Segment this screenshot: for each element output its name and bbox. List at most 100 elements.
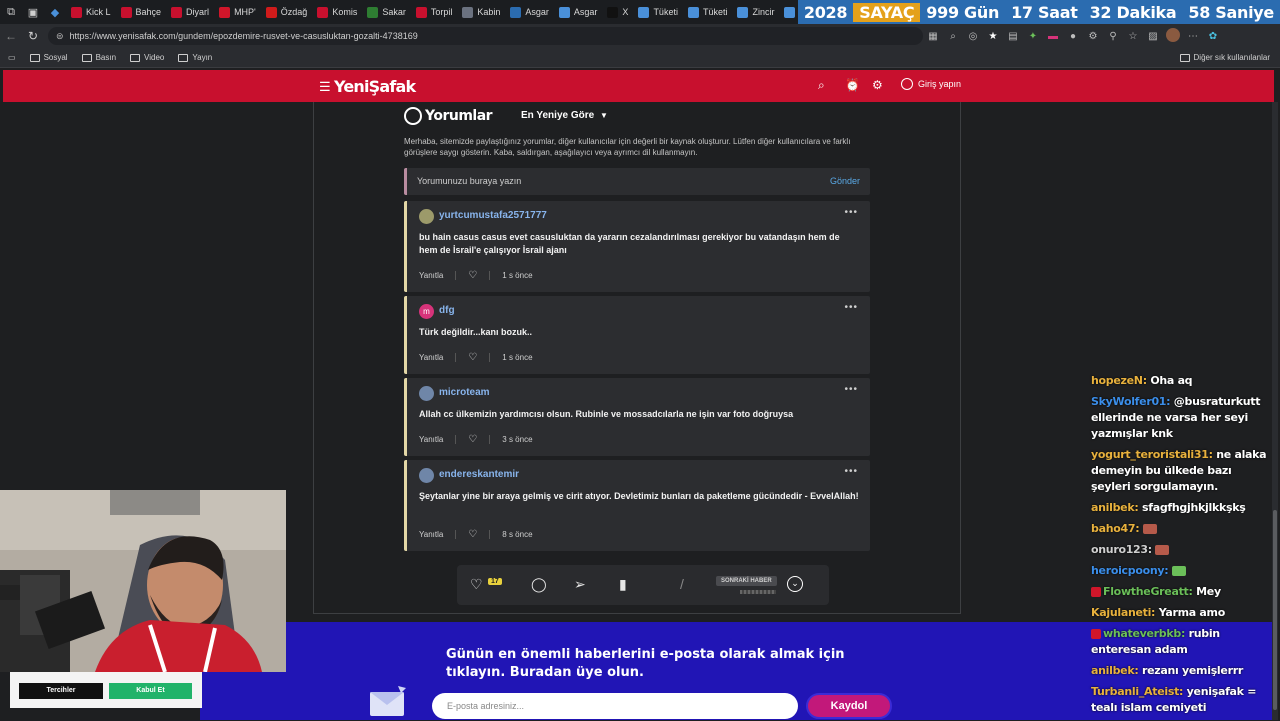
chat-username[interactable]: onuro123: (1091, 543, 1152, 556)
chat-username[interactable]: anilbek: (1091, 501, 1139, 514)
chat-username[interactable]: SkyWolfer01: (1091, 395, 1171, 408)
favorites-icon[interactable]: ☆ (1123, 31, 1143, 42)
extension-icon-2[interactable]: ✦ (1023, 31, 1043, 42)
chat-username[interactable]: baho47: (1091, 522, 1140, 535)
browser-tab[interactable]: Kabin (457, 0, 505, 24)
like-heart-icon[interactable]: ♡ (468, 434, 477, 445)
cookie-preferences-button[interactable]: Tercihler (19, 683, 103, 699)
browser-tab[interactable]: Sakar (362, 0, 411, 24)
browser-tab[interactable]: Kick L (66, 0, 116, 24)
browser-tab[interactable]: Komis (312, 0, 362, 24)
like-icon[interactable]: ♡ (470, 576, 483, 593)
chat-username[interactable]: hopezeN: (1091, 374, 1147, 387)
bookmark-folder-basin[interactable]: Basın (81, 53, 116, 62)
comment-username[interactable]: endereskantemir (439, 469, 519, 480)
chat-username[interactable]: whateverbkb: (1103, 627, 1185, 640)
browser-tab[interactable]: Asgar (554, 0, 603, 24)
sort-dropdown[interactable]: En Yeniye Göre ▼ (521, 110, 608, 121)
reply-button[interactable]: Yanıtla (419, 435, 443, 444)
more-options-icon[interactable]: ••• (844, 207, 858, 218)
more-options-icon[interactable]: ••• (844, 384, 858, 395)
browser-tab[interactable]: Bahçe (116, 0, 167, 24)
back-icon[interactable]: ← (0, 29, 22, 43)
browser-tab[interactable]: Asgar (505, 0, 554, 24)
comment-icon[interactable]: ◯ (531, 576, 547, 593)
comment-input[interactable] (417, 174, 797, 188)
copilot-icon[interactable]: ✿ (1203, 31, 1223, 42)
extensions-icon[interactable]: ⚙ (1083, 31, 1103, 42)
like-heart-icon[interactable]: ♡ (468, 352, 477, 363)
chat-username[interactable]: heroicpoony: (1091, 564, 1169, 577)
grid-icon[interactable]: ▦ (923, 31, 943, 42)
browser-tab[interactable]: Torpil (411, 0, 458, 24)
notification-bell-icon[interactable]: ⏰ (845, 78, 860, 92)
reply-button[interactable]: Yanıtla (419, 353, 443, 362)
comment-username[interactable]: yurtcumustafa2571777 (439, 210, 547, 221)
subscribe-button[interactable]: Kaydol (806, 693, 892, 719)
url-field[interactable]: ⊜ https://www.yenisafak.com/gundem/epozd… (48, 27, 923, 45)
pinned-tab[interactable]: ◆ (44, 0, 66, 24)
hamburger-menu-icon[interactable]: ☰ (319, 79, 331, 95)
comment-username[interactable]: dfg (439, 305, 455, 316)
more-icon[interactable]: ⋯ (1183, 31, 1203, 42)
browser-tab[interactable]: Özdağ (261, 0, 313, 24)
chat-username[interactable]: Turbanli_Ateist: (1091, 685, 1183, 698)
zoom-icon[interactable]: ⌕ (943, 31, 963, 42)
like-heart-icon[interactable]: ♡ (468, 529, 477, 540)
other-bookmarks-label: Diğer sık kullanılanlar (1193, 53, 1270, 62)
tab-actions-icon[interactable]: ▣ (22, 0, 44, 24)
extension-icon-1[interactable]: ▤ (1003, 31, 1023, 42)
settings-sliders-icon[interactable]: ⚙ (872, 78, 883, 92)
reload-icon[interactable]: ↻ (22, 29, 44, 43)
read-icon[interactable]: ◎ (963, 31, 983, 42)
search-icon[interactable]: ⌕ (818, 78, 825, 93)
extension-icon-4[interactable]: ● (1063, 31, 1083, 42)
bookmark-folder-video[interactable]: Video (130, 53, 164, 62)
split-icon[interactable]: ⚲ (1103, 31, 1123, 42)
reply-button[interactable]: Yanıtla (419, 271, 443, 280)
other-bookmarks[interactable]: Diğer sık kullanılanlar (1179, 53, 1270, 62)
collections-icon[interactable]: ▨ (1143, 31, 1163, 42)
browser-tab[interactable]: X (602, 0, 633, 24)
extension-icon-3[interactable]: ▬ (1043, 31, 1063, 42)
browser-tab[interactable]: Tüketi (683, 0, 733, 24)
next-news-label[interactable]: SONRAKİ HABER (716, 576, 777, 586)
chat-username[interactable]: Kajulaneti: (1091, 606, 1155, 619)
like-heart-icon[interactable]: ♡ (468, 270, 477, 281)
send-button[interactable]: Gönder (830, 176, 860, 186)
bookmark-folder-sosyal[interactable]: Sosyal (29, 53, 68, 62)
browser-tab[interactable]: MHP' (214, 0, 261, 24)
chat-username[interactable]: yogurt_teroristali31: (1091, 448, 1213, 461)
avatar[interactable]: m (419, 304, 434, 319)
site-logo[interactable]: YeniŞafak (334, 77, 416, 96)
more-options-icon[interactable]: ••• (844, 302, 858, 313)
browser-tab[interactable]: Diyarl (166, 0, 214, 24)
browser-tab[interactable]: Zincir (732, 0, 779, 24)
chat-username[interactable]: anilbek: (1091, 664, 1139, 677)
scrollbar-thumb[interactable] (1273, 510, 1277, 710)
bookmark-icon[interactable]: ▮ (619, 576, 627, 593)
window-menu-icon[interactable]: ⧉ (0, 0, 22, 24)
bookmark-folder-yayin[interactable]: Yayın (178, 53, 212, 62)
avatar[interactable] (419, 386, 434, 401)
email-input[interactable] (432, 693, 798, 719)
more-options-icon[interactable]: ••• (844, 466, 858, 477)
tab-favicon-icon (462, 6, 474, 18)
comment-username[interactable]: microteam (439, 387, 490, 398)
login-button[interactable]: Giriş yapın (901, 78, 961, 90)
favorite-star-icon[interactable]: ★ (983, 31, 1003, 42)
browser-tab[interactable]: Tüketi (633, 0, 683, 24)
site-info-icon[interactable]: ⊜ (56, 31, 64, 42)
chat-message: baho47: (1091, 521, 1269, 537)
folder-icon (29, 53, 40, 62)
reply-button[interactable]: Yanıtla (419, 530, 443, 539)
share-icon[interactable]: ➢ (574, 576, 586, 593)
cookie-accept-button[interactable]: Kabul Et (109, 683, 192, 699)
avatar[interactable] (419, 468, 434, 483)
next-news-chevron-icon[interactable]: ⌄ (787, 576, 803, 592)
profile-avatar[interactable] (1163, 27, 1183, 45)
divider (455, 271, 457, 280)
avatar[interactable] (419, 209, 434, 224)
bookmarks-menu-icon[interactable]: ▭ (8, 53, 16, 62)
chat-username[interactable]: FlowtheGreatt: (1103, 585, 1193, 598)
